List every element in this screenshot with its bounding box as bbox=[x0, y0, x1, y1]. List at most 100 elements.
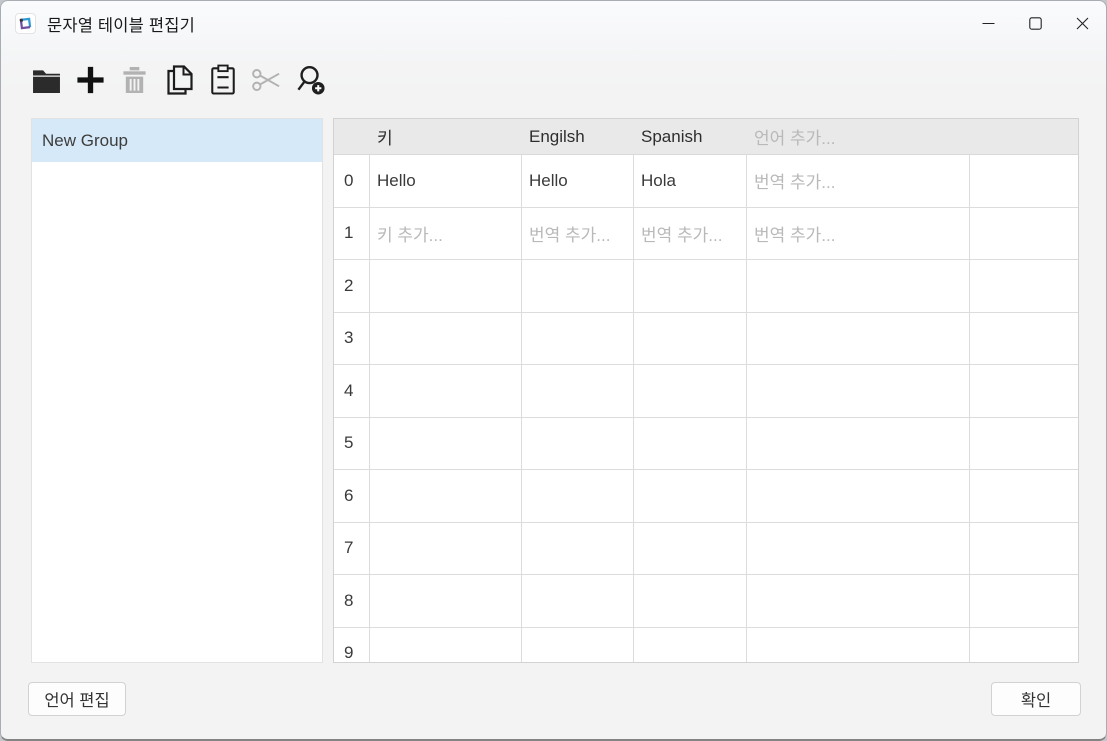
table-cell-r6-c3[interactable] bbox=[634, 470, 747, 523]
maximize-button[interactable] bbox=[1012, 1, 1059, 46]
row-number[interactable]: 7 bbox=[334, 523, 370, 576]
table-row: 9 bbox=[334, 628, 1078, 664]
table-cell-r5-c1[interactable] bbox=[370, 418, 522, 471]
edit-languages-button[interactable]: 언어 편집 bbox=[28, 682, 126, 716]
table-cell-r0-c3[interactable]: Hola bbox=[634, 155, 747, 208]
table-cell-r4-c2[interactable] bbox=[522, 365, 634, 418]
column-header-0[interactable] bbox=[334, 119, 370, 154]
search-add-button[interactable] bbox=[295, 60, 326, 100]
row-number[interactable]: 6 bbox=[334, 470, 370, 523]
table-row: 1키 추가...번역 추가...번역 추가...번역 추가... bbox=[334, 208, 1078, 261]
table-cell-r8-c3[interactable] bbox=[634, 575, 747, 628]
close-button[interactable] bbox=[1059, 1, 1106, 46]
table-cell-r2-c2[interactable] bbox=[522, 260, 634, 313]
table-cell-r4-c1[interactable] bbox=[370, 365, 522, 418]
table-cell-r9-c4[interactable] bbox=[747, 628, 970, 664]
minimize-icon bbox=[982, 17, 995, 30]
table-cell-r4-c3[interactable] bbox=[634, 365, 747, 418]
table-row: 7 bbox=[334, 523, 1078, 576]
table-row: 6 bbox=[334, 470, 1078, 523]
folder-icon bbox=[31, 68, 62, 93]
delete-button bbox=[119, 60, 150, 100]
table-cell-r7-c4[interactable] bbox=[747, 523, 970, 576]
table-cell-r0-c5[interactable] bbox=[970, 155, 1078, 208]
table-row: 0HelloHelloHola번역 추가... bbox=[334, 155, 1078, 208]
table-cell-r7-c1[interactable] bbox=[370, 523, 522, 576]
string-table-editor-window: 문자열 테이블 편집기 bbox=[0, 0, 1107, 741]
table-cell-r1-c3[interactable]: 번역 추가... bbox=[634, 208, 747, 261]
table-row: 3 bbox=[334, 313, 1078, 366]
table-header-row: 키EngilshSpanish언어 추가... bbox=[334, 119, 1078, 155]
table-cell-r3-c1[interactable] bbox=[370, 313, 522, 366]
table-cell-r5-c3[interactable] bbox=[634, 418, 747, 471]
table-cell-r5-c5[interactable] bbox=[970, 418, 1078, 471]
table-cell-r1-c5[interactable] bbox=[970, 208, 1078, 261]
row-number[interactable]: 1 bbox=[334, 208, 370, 261]
group-list: New Group bbox=[31, 118, 323, 663]
table-cell-r6-c5[interactable] bbox=[970, 470, 1078, 523]
add-button[interactable] bbox=[75, 60, 106, 100]
row-number[interactable]: 4 bbox=[334, 365, 370, 418]
table-cell-r7-c3[interactable] bbox=[634, 523, 747, 576]
ok-button[interactable]: 확인 bbox=[991, 682, 1081, 716]
table-cell-r2-c3[interactable] bbox=[634, 260, 747, 313]
table-cell-r3-c4[interactable] bbox=[747, 313, 970, 366]
table-cell-r1-c1[interactable]: 키 추가... bbox=[370, 208, 522, 261]
paste-button[interactable] bbox=[207, 60, 238, 100]
table-row: 2 bbox=[334, 260, 1078, 313]
table-cell-r0-c4[interactable]: 번역 추가... bbox=[747, 155, 970, 208]
scissors-icon bbox=[251, 66, 282, 94]
table-cell-r4-c4[interactable] bbox=[747, 365, 970, 418]
column-header-4[interactable]: 언어 추가... bbox=[747, 119, 970, 154]
table-cell-r9-c3[interactable] bbox=[634, 628, 747, 664]
copy-icon bbox=[164, 64, 194, 96]
table-cell-r6-c1[interactable] bbox=[370, 470, 522, 523]
table-cell-r7-c5[interactable] bbox=[970, 523, 1078, 576]
table-cell-r9-c1[interactable] bbox=[370, 628, 522, 664]
table-row: 8 bbox=[334, 575, 1078, 628]
table-cell-r0-c2[interactable]: Hello bbox=[522, 155, 634, 208]
row-number[interactable]: 2 bbox=[334, 260, 370, 313]
table-cell-r5-c2[interactable] bbox=[522, 418, 634, 471]
table-cell-r1-c2[interactable]: 번역 추가... bbox=[522, 208, 634, 261]
column-header-2[interactable]: Engilsh bbox=[522, 119, 634, 154]
table-cell-r9-c5[interactable] bbox=[970, 628, 1078, 664]
group-item-new-group[interactable]: New Group bbox=[32, 119, 322, 162]
column-header-3[interactable]: Spanish bbox=[634, 119, 747, 154]
open-folder-button[interactable] bbox=[31, 60, 62, 100]
titlebar: 문자열 테이블 편집기 bbox=[1, 1, 1106, 46]
row-number[interactable]: 0 bbox=[334, 155, 370, 208]
table-cell-r6-c2[interactable] bbox=[522, 470, 634, 523]
table-cell-r3-c3[interactable] bbox=[634, 313, 747, 366]
copy-button[interactable] bbox=[163, 60, 194, 100]
table-cell-r7-c2[interactable] bbox=[522, 523, 634, 576]
column-header-5[interactable] bbox=[970, 119, 1078, 154]
app-logo-icon bbox=[15, 13, 36, 34]
table-cell-r8-c2[interactable] bbox=[522, 575, 634, 628]
table-cell-r8-c5[interactable] bbox=[970, 575, 1078, 628]
table-cell-r9-c2[interactable] bbox=[522, 628, 634, 664]
table-cell-r2-c4[interactable] bbox=[747, 260, 970, 313]
table-cell-r3-c2[interactable] bbox=[522, 313, 634, 366]
column-header-1[interactable]: 키 bbox=[370, 119, 522, 154]
table-cell-r2-c1[interactable] bbox=[370, 260, 522, 313]
table-cell-r8-c1[interactable] bbox=[370, 575, 522, 628]
table-cell-r1-c4[interactable]: 번역 추가... bbox=[747, 208, 970, 261]
magnifier-plus-icon bbox=[295, 64, 326, 96]
row-number[interactable]: 8 bbox=[334, 575, 370, 628]
table-cell-r6-c4[interactable] bbox=[747, 470, 970, 523]
window-title: 문자열 테이블 편집기 bbox=[47, 12, 195, 36]
row-number[interactable]: 5 bbox=[334, 418, 370, 471]
paste-icon bbox=[209, 64, 237, 96]
cut-button bbox=[251, 60, 282, 100]
close-icon bbox=[1076, 17, 1089, 30]
table-cell-r0-c1[interactable]: Hello bbox=[370, 155, 522, 208]
row-number[interactable]: 9 bbox=[334, 628, 370, 664]
table-cell-r8-c4[interactable] bbox=[747, 575, 970, 628]
table-cell-r4-c5[interactable] bbox=[970, 365, 1078, 418]
table-cell-r5-c4[interactable] bbox=[747, 418, 970, 471]
table-cell-r3-c5[interactable] bbox=[970, 313, 1078, 366]
row-number[interactable]: 3 bbox=[334, 313, 370, 366]
minimize-button[interactable] bbox=[965, 1, 1012, 46]
table-cell-r2-c5[interactable] bbox=[970, 260, 1078, 313]
